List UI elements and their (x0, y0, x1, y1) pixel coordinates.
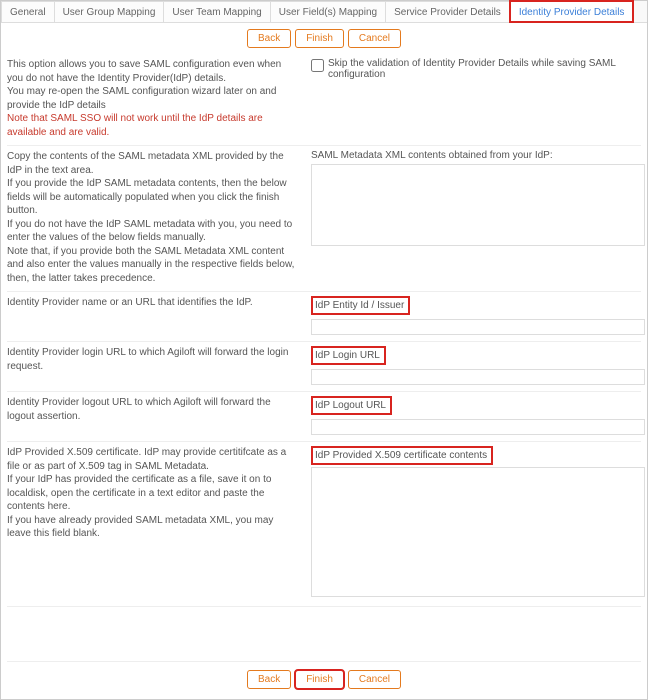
metadata-desc-l3: If you do not have the IdP SAML metadata… (7, 219, 292, 244)
metadata-desc: Copy the contents of the SAML metadata X… (7, 150, 297, 285)
skip-validation-text: Skip the validation of Identity Provider… (328, 58, 641, 80)
save-option-desc: This option allows you to save SAML conf… (7, 58, 297, 139)
metadata-xml-label: SAML Metadata XML contents obtained from… (311, 150, 641, 161)
skip-validation-label[interactable]: Skip the validation of Identity Provider… (311, 58, 641, 80)
finish-button[interactable]: Finish (295, 29, 344, 48)
top-button-row: Back Finish Cancel (1, 23, 647, 54)
tab-identity-provider-details[interactable]: Identity Provider Details (509, 0, 635, 23)
cancel-button[interactable]: Cancel (348, 29, 401, 48)
skip-validation-checkbox[interactable] (311, 59, 324, 72)
x509-label: IdP Provided X.509 certificate contents (311, 446, 493, 465)
tab-service-provider-details[interactable]: Service Provider Details (386, 1, 510, 22)
row-logout-url: Identity Provider logout URL to which Ag… (7, 392, 641, 442)
row-x509-cert: IdP Provided X.509 certificate. IdP may … (7, 442, 641, 607)
cancel-button-bottom[interactable]: Cancel (348, 670, 401, 689)
login-url-input[interactable] (311, 369, 645, 385)
bottom-button-row: Back Finish Cancel (7, 661, 641, 693)
save-option-line1: This option allows you to save SAML conf… (7, 59, 281, 84)
x509-desc: IdP Provided X.509 certificate. IdP may … (7, 446, 297, 600)
row-metadata-xml: Copy the contents of the SAML metadata X… (7, 146, 641, 292)
row-save-option: This option allows you to save SAML conf… (7, 54, 641, 146)
entity-id-desc: Identity Provider name or an URL that id… (7, 296, 297, 335)
entity-id-label: IdP Entity Id / Issuer (311, 296, 410, 315)
tab-bar: General User Group Mapping User Team Map… (1, 1, 647, 23)
login-url-label: IdP Login URL (311, 346, 386, 365)
x509-desc-l1: IdP Provided X.509 certificate. IdP may … (7, 447, 286, 472)
metadata-desc-l4: Note that, if you provide both the SAML … (7, 246, 294, 284)
back-button-bottom[interactable]: Back (247, 670, 291, 689)
login-url-desc: Identity Provider login URL to which Agi… (7, 346, 297, 385)
logout-url-label: IdP Logout URL (311, 396, 392, 415)
metadata-desc-l1: Copy the contents of the SAML metadata X… (7, 151, 284, 176)
save-option-line2: You may re-open the SAML configuration w… (7, 86, 276, 111)
finish-button-bottom[interactable]: Finish (295, 670, 344, 689)
back-button[interactable]: Back (247, 29, 291, 48)
x509-desc-l2: If your IdP has provided the certificate… (7, 474, 271, 512)
tab-user-team-mapping[interactable]: User Team Mapping (164, 1, 270, 22)
logout-url-input[interactable] (311, 419, 645, 435)
tab-user-group-mapping[interactable]: User Group Mapping (55, 1, 165, 22)
logout-url-desc: Identity Provider logout URL to which Ag… (7, 396, 297, 435)
spacer (7, 607, 641, 661)
row-entity-id: Identity Provider name or an URL that id… (7, 292, 641, 342)
entity-id-input[interactable] (311, 319, 645, 335)
tab-general[interactable]: General (1, 1, 55, 22)
row-login-url: Identity Provider login URL to which Agi… (7, 342, 641, 392)
x509-textarea[interactable] (311, 467, 645, 597)
metadata-xml-textarea[interactable] (311, 164, 645, 246)
metadata-desc-l2: If you provide the IdP SAML metadata con… (7, 178, 287, 216)
tab-user-fields-mapping[interactable]: User Field(s) Mapping (271, 1, 386, 22)
save-option-warning: Note that SAML SSO will not work until t… (7, 113, 263, 138)
x509-desc-l3: If you have already provided SAML metada… (7, 515, 273, 540)
